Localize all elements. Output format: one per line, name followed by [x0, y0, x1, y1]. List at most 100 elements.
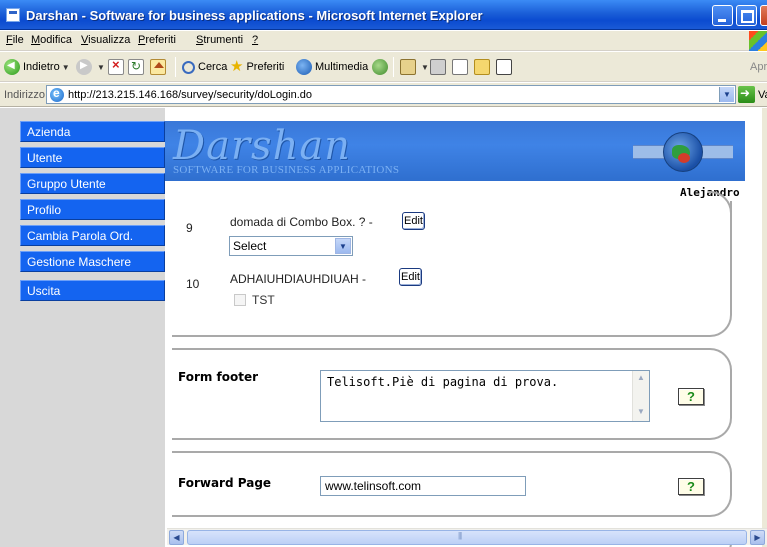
minimize-button[interactable]	[712, 5, 733, 26]
close-button[interactable]	[760, 5, 767, 26]
menu-bar: File Modifica Visualizza Preferiti Strum…	[0, 31, 767, 51]
scroll-left-icon[interactable]: ◀	[169, 530, 184, 545]
forward-page-section: Forward Page ?	[172, 451, 732, 517]
address-bar: Indirizzo ▼ Vai	[0, 83, 767, 107]
sidebar-item-azienda[interactable]: Azienda	[20, 121, 165, 142]
media-label: Multimedia	[315, 61, 369, 73]
forward-button[interactable]: ▼	[76, 58, 105, 76]
media-button[interactable]: Multimedia	[296, 58, 368, 76]
sidebar-item-gestione-maschere[interactable]: Gestione Maschere	[20, 251, 165, 272]
question-select[interactable]: Select ▼	[229, 236, 353, 256]
horizontal-scrollbar[interactable]: ◀ ▶	[167, 528, 767, 545]
menu-file-accel: F	[6, 34, 13, 46]
sidebar-item-profilo[interactable]: Profilo	[20, 199, 165, 220]
home-icon	[150, 59, 166, 75]
messenger-icon	[496, 59, 512, 75]
page-right-edge	[762, 108, 767, 547]
chevron-down-icon: ▼	[335, 238, 351, 254]
print-icon	[430, 59, 446, 75]
sidebar-item-gruppo-utente[interactable]: Gruppo Utente	[20, 173, 165, 194]
scroll-up-icon[interactable]: ▲	[635, 373, 647, 385]
menu-preferiti[interactable]: Preferiti	[138, 34, 176, 46]
folder-icon	[474, 59, 490, 75]
help-button[interactable]: ?	[678, 388, 704, 405]
form-footer-label: Form footer	[178, 370, 259, 384]
sidebar-item-utente[interactable]: Utente	[20, 147, 165, 168]
links-button[interactable]: Apr	[750, 58, 767, 76]
globe-icon	[663, 132, 703, 172]
stop-button[interactable]	[108, 57, 127, 76]
go-label[interactable]: Vai	[758, 89, 767, 101]
questions-panel: 9 domada di Combo Box. ? - Edit Select ▼…	[172, 191, 732, 337]
browser-toolbar: Indietro ▼ ▼ Cerca ★ Preferiti Multimedi…	[0, 52, 767, 82]
menu-modifica-accel: M	[31, 34, 41, 46]
back-button[interactable]: Indietro ▼	[4, 58, 70, 76]
favorites-label: Preferiti	[246, 61, 285, 73]
menu-file-label: ile	[12, 34, 24, 46]
forward-dropdown-icon[interactable]: ▼	[97, 63, 105, 72]
go-arrow-icon[interactable]	[738, 86, 755, 103]
forward-page-label: Forward Page	[178, 476, 272, 490]
favorites-button[interactable]: ★ Preferiti	[230, 58, 284, 76]
history-button[interactable]	[372, 58, 391, 76]
question-text: domada di Combo Box. ? -	[230, 215, 373, 229]
form-footer-section: Form footer Telisoft.Piè di pagina di pr…	[172, 348, 732, 440]
address-dropdown-icon[interactable]: ▼	[719, 87, 734, 102]
menu-help[interactable]: ?	[252, 34, 258, 46]
window-title: Darshan - Software for business applicat…	[26, 8, 483, 23]
mail-dropdown-icon[interactable]: ▼	[421, 63, 429, 72]
textarea-scrollbar[interactable]: ▲ ▼	[632, 371, 649, 421]
menu-file[interactable]: File	[6, 34, 24, 46]
refresh-button[interactable]	[128, 58, 147, 76]
messenger-button[interactable]	[496, 58, 515, 76]
address-input[interactable]	[68, 88, 708, 101]
address-field[interactable]: ▼	[46, 85, 736, 104]
option-checkbox[interactable]	[234, 294, 246, 306]
print-button[interactable]	[430, 58, 449, 76]
forward-arrow-icon	[76, 59, 92, 75]
question-number: 10	[186, 277, 200, 291]
edit-question-button[interactable]: Edit	[402, 212, 425, 230]
back-label: Indietro	[23, 61, 60, 73]
edit-question-button[interactable]: Edit	[399, 268, 422, 286]
scrollbar-thumb[interactable]	[187, 530, 747, 545]
address-label: Indirizzo	[4, 89, 45, 101]
search-icon	[182, 60, 195, 74]
scroll-right-icon[interactable]: ▶	[750, 530, 765, 545]
search-button[interactable]: Cerca	[182, 58, 227, 76]
window-title-bar: Darshan - Software for business applicat…	[0, 0, 767, 30]
mail-button[interactable]: ▼	[400, 58, 429, 76]
menu-strumenti[interactable]: Strumenti	[196, 34, 243, 46]
edit-page-icon	[452, 59, 468, 75]
checkbox-label: TST	[252, 293, 275, 307]
edit-page-button[interactable]	[452, 58, 471, 76]
page-icon	[50, 86, 64, 102]
forward-page-input[interactable]	[320, 476, 526, 496]
links-label: Apr	[750, 61, 767, 73]
menu-modifica-label: odifica	[40, 34, 72, 46]
scroll-down-icon[interactable]: ▼	[635, 407, 647, 419]
maximize-button[interactable]	[736, 5, 757, 26]
globe-emblem-icon	[633, 131, 733, 173]
help-button[interactable]: ?	[678, 478, 704, 495]
stop-icon	[108, 57, 124, 75]
menu-modifica[interactable]: Modifica	[31, 34, 72, 46]
menu-visualizza[interactable]: Visualizza	[81, 34, 130, 46]
search-label: Cerca	[198, 61, 228, 73]
home-button[interactable]	[150, 58, 169, 76]
back-dropdown-icon[interactable]: ▼	[62, 63, 70, 72]
menu-strumenti-label: trumenti	[203, 34, 244, 46]
select-value: Select	[233, 239, 267, 253]
form-footer-textarea[interactable]: Telisoft.Piè di pagina di prova.	[320, 370, 650, 422]
question-number: 9	[186, 221, 193, 235]
media-icon	[296, 59, 312, 75]
star-icon: ★	[230, 58, 244, 75]
menu-preferiti-label: referiti	[145, 34, 176, 46]
sidebar-item-cambia-parola[interactable]: Cambia Parola Ord.	[20, 225, 165, 246]
toolbar-separator	[175, 57, 176, 77]
question-text: ADHAIUHDIAUHDIUAH -	[230, 272, 367, 286]
page-content: Azienda Utente Gruppo Utente Profilo Cam…	[0, 108, 767, 547]
sidebar-item-uscita[interactable]: Uscita	[20, 280, 165, 301]
back-arrow-icon	[4, 59, 20, 75]
folder-button[interactable]	[474, 58, 493, 76]
